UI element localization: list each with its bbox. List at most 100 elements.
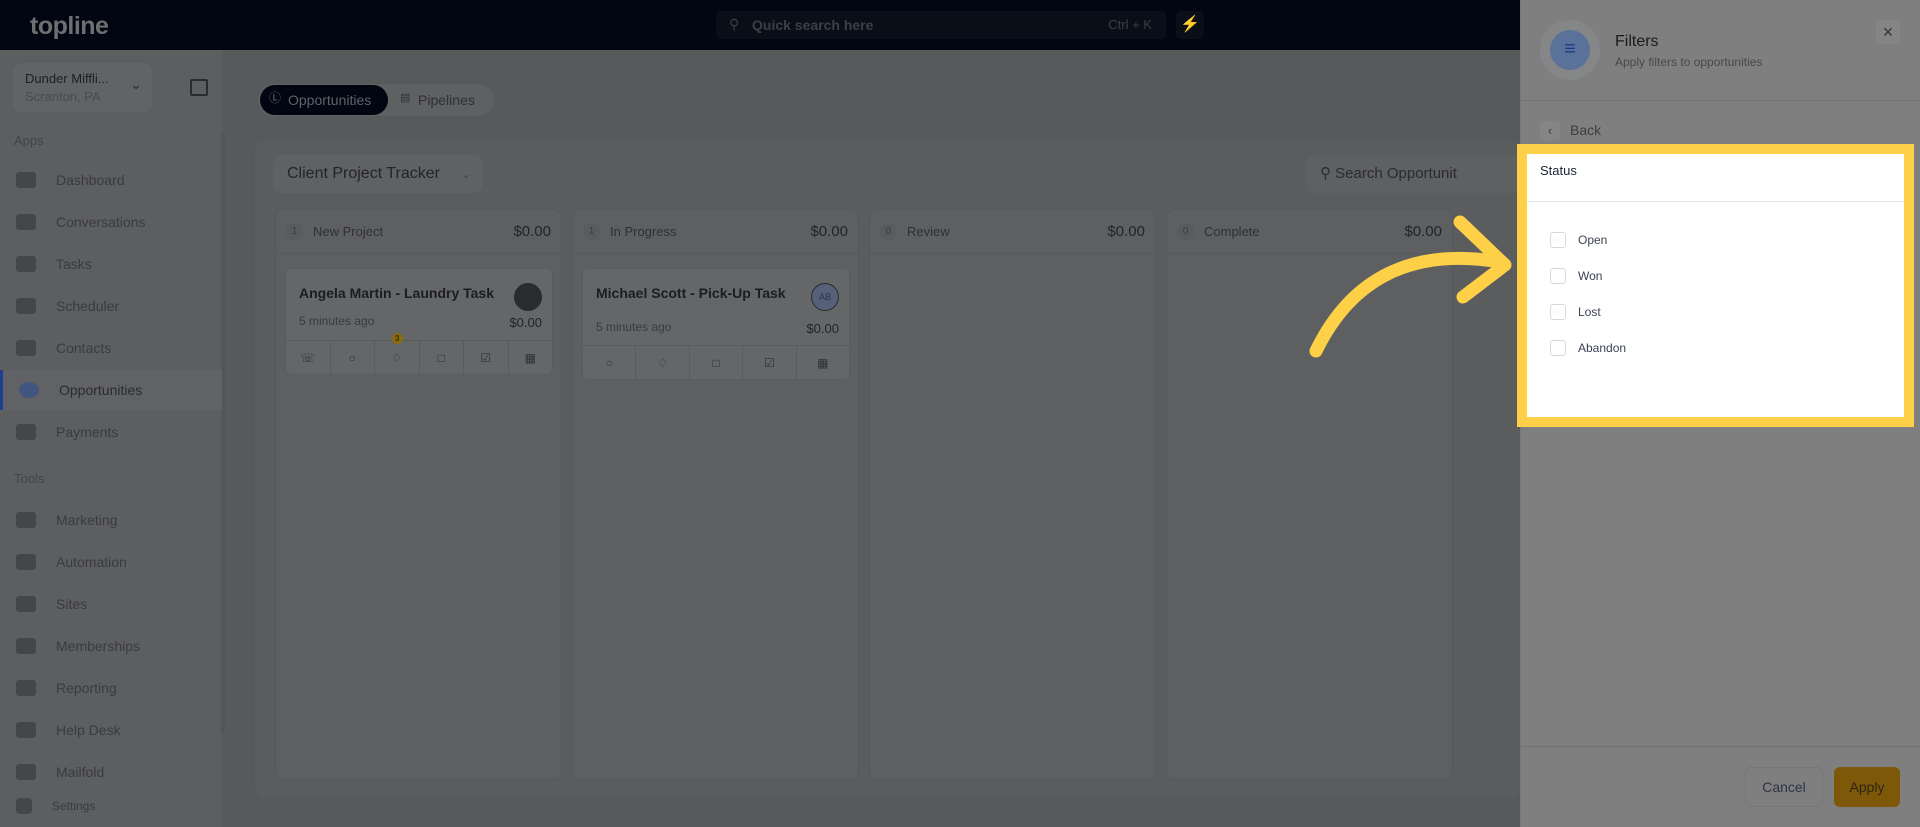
sidebar-item-label: Settings [52,799,96,813]
sidebar-item-conversations[interactable]: Conversations [0,202,222,242]
sidebar-item-label: Tasks [56,256,92,272]
tab-label: Opportunities [288,92,372,108]
calendar-icon [16,298,36,314]
org-location: Scranton, PA [25,89,101,104]
apply-button[interactable]: Apply [1834,767,1900,807]
task-icon [16,256,36,272]
sidebar-item-opportunities[interactable]: Opportunities [0,370,222,410]
tab-pipelines[interactable]: ▤ Pipelines [400,85,475,115]
checkbox[interactable] [1550,232,1566,248]
search-opportunities-input[interactable]: ⚲ Search Opportunit [1306,155,1536,193]
dashboard-icon [16,172,36,188]
back-label: Back [1570,122,1602,138]
sidebar-item-label: Marketing [56,512,118,528]
sidebar-item-automation[interactable]: Automation [0,542,222,582]
sidebar-item-label: Dashboard [56,172,125,188]
status-heading: Status [1540,163,1577,178]
settings-icon [16,798,32,814]
opportunity-card[interactable]: Angela Martin - Laundry Task 5 minutes ag… [285,268,553,375]
dollar-icon: Ⓛ [269,91,282,105]
card-actions: ○ ♢ □ ☑ ▦ [583,345,849,379]
quick-search-input[interactable]: ⚲ Quick search here Ctrl + K [716,11,1166,39]
opportunity-card[interactable]: Michael Scott - Pick-Up Task 5 minutes ag… [582,268,850,380]
chat-action-button[interactable]: ○ [331,341,375,374]
avatar: AB [811,283,839,311]
note-icon: □ [712,356,720,370]
note-action-button[interactable]: □ [690,346,744,379]
note-action-button[interactable]: □ [420,341,464,374]
cancel-button[interactable]: Cancel [1745,767,1823,807]
pipeline-icon: ▤ [400,92,411,104]
option-label: Open [1578,233,1608,247]
status-option-lost[interactable]: Lost [1550,304,1601,320]
calendar-icon: ▦ [817,356,829,370]
avatar [514,283,542,311]
user-icon [16,340,36,356]
sidebar-item-label: Sites [56,596,88,612]
sidebar-item-settings[interactable]: Settings [0,788,222,824]
stage-count: 0 [1177,223,1194,240]
tag-action-button[interactable]: ♢ 3 [375,333,420,374]
phone-icon: ☏ [300,351,316,365]
close-icon[interactable]: × [1876,20,1900,44]
task-icon: ☑ [480,351,492,365]
status-option-won[interactable]: Won [1550,268,1602,284]
status-option-abandon[interactable]: Abandon [1550,340,1626,356]
sidebar-item-dashboard[interactable]: Dashboard [0,160,222,200]
filters-title: Filters [1615,33,1659,50]
chevron-down-icon: ⌄ [130,76,142,92]
filters-subtitle: Apply filters to opportunities [1615,55,1763,69]
task-action-button[interactable]: ☑ [743,346,797,379]
stage-name: New Project [313,224,384,239]
stage-name: Complete [1204,224,1260,239]
divider [1520,746,1920,747]
sidebar-item-payments[interactable]: Payments [0,412,222,452]
sidebar-item-scheduler[interactable]: Scheduler [0,286,222,326]
card-value: $0.00 [806,321,839,336]
card-value: $0.00 [509,315,542,330]
task-action-button[interactable]: ☑ [464,341,509,374]
status-option-open[interactable]: Open [1550,232,1607,248]
calendar-action-button[interactable]: ▦ [509,341,553,374]
org-switcher[interactable]: Dunder Miffli... Scranton, PA ⌄ [13,63,152,112]
search-placeholder: Quick search here [752,17,874,33]
quick-action-button[interactable]: ⚡ [1176,11,1204,39]
stage-amount: $0.00 [513,223,551,240]
divider [1527,201,1904,202]
sidebar-item-label: Scheduler [56,298,120,314]
sidebar-item-reporting[interactable]: Reporting [0,668,222,708]
checkbox[interactable] [1550,268,1566,284]
sidebar-item-help-desk[interactable]: Help Desk [0,710,222,750]
calendar-action-button[interactable]: ▦ [797,346,849,379]
sidebar-item-marketing[interactable]: Marketing [0,500,222,540]
sidebar-item-sites[interactable]: Sites [0,584,222,624]
apps-label: Apps [14,133,44,148]
tab-label: Pipelines [418,92,475,108]
chat-action-button[interactable]: ○ [583,346,637,379]
stage-count: 0 [880,223,897,240]
megaphone-icon [16,512,36,528]
card-time: 5 minutes ago [299,314,375,328]
card-title: Michael Scott - Pick-Up Task [596,285,786,301]
pipeline-select[interactable]: Client Project Tracker ⌄ [273,155,483,193]
sidebar-toggle-icon[interactable] [190,79,208,96]
sidebar-item-mailfold[interactable]: Mailfold [0,752,222,792]
stage-header: 0 Review $0.00 [870,210,1155,254]
back-button[interactable]: ‹ Back [1540,119,1601,141]
search-placeholder: Search Opportunit [1335,165,1457,182]
tag-action-button[interactable]: ♢ [636,346,690,379]
sidebar-item-contacts[interactable]: Contacts [0,328,222,368]
tag-icon: ♢ [391,351,403,365]
sidebar-item-memberships[interactable]: Memberships [0,626,222,666]
stage-name: Review [907,224,950,239]
phone-action-button[interactable]: ☏ [286,341,331,374]
checkbox[interactable] [1550,340,1566,356]
tab-opportunities[interactable]: Ⓛ Opportunities [260,85,388,115]
checkbox[interactable] [1550,304,1566,320]
option-label: Won [1578,269,1603,283]
calendar-icon: ▦ [524,351,536,365]
sidebar-item-tasks[interactable]: Tasks [0,244,222,284]
chat-icon [16,214,36,230]
stage-name: In Progress [610,224,677,239]
divider [1520,100,1920,101]
